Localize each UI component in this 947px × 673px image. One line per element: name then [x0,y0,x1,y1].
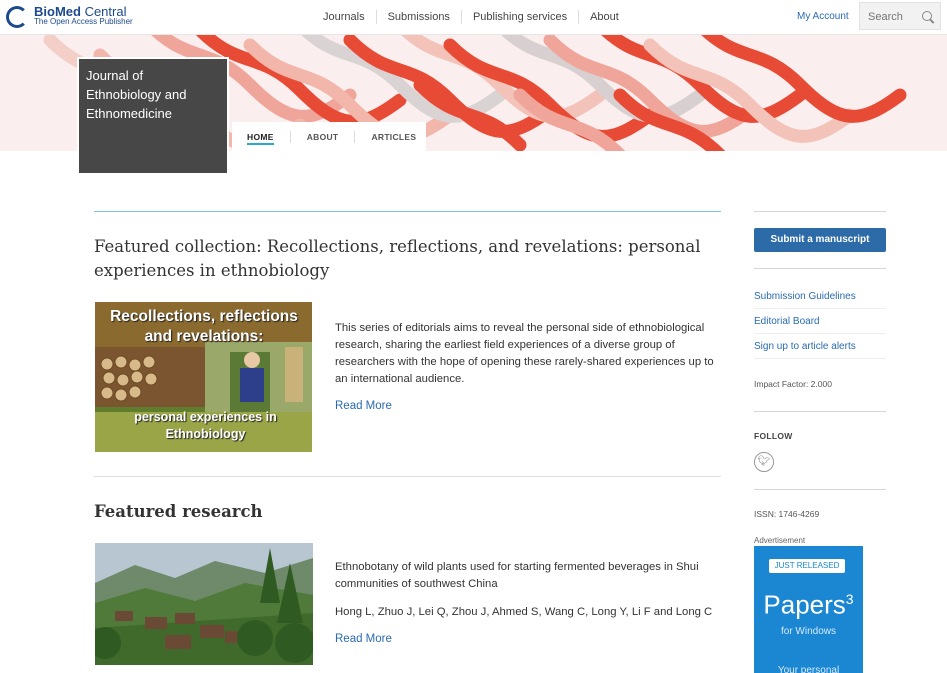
sidebar-divider [754,211,886,212]
collection-image-title: Recollections, reflections and revelatio… [110,308,298,345]
nav-publishing-services[interactable]: Publishing services [462,10,580,24]
tab-about[interactable]: ABOUT [291,131,356,143]
logo-wordmark: BioMed Central [34,4,127,19]
my-account-link[interactable]: My Account [797,11,849,22]
editorial-board-link[interactable]: Editorial Board [754,316,886,328]
journal-tabs: HOME ABOUT ARTICLES [232,122,426,152]
search-box [859,2,941,30]
research-read-more-link[interactable]: Read More [335,633,392,645]
featured-collection-image[interactable]: Recollections, reflections and revelatio… [95,302,312,452]
twitter-icon[interactable]: 🐦︎ [754,452,774,472]
sidebar-divider [754,489,886,490]
featured-research-image[interactable] [95,543,313,665]
sidebar-divider [754,308,886,309]
featured-collection-description: This series of editorials aims to reveal… [335,322,714,385]
submit-manuscript-button[interactable]: Submit a manuscript [754,228,886,252]
collection-image-subtitle: personal experiences in Ethnobiology [134,410,277,441]
journal-title-box: Journal of Ethnobiology and Ethnomedicin… [77,57,229,175]
advertisement-label: Advertisement [754,536,806,545]
impact-factor: Impact Factor: 2.000 [754,379,832,389]
sidebar-divider [754,333,886,334]
search-input[interactable] [866,8,922,26]
sidebar-divider [754,411,886,412]
issn: ISSN: 1746-4269 [754,509,820,519]
sidebar-divider [754,358,886,359]
section-divider [94,476,721,477]
article-alerts-link[interactable]: Sign up to article alerts [754,341,886,353]
submission-guidelines-link[interactable]: Submission Guidelines [754,291,886,303]
ad-badge: JUST RELEASED [769,559,845,573]
featured-article-authors: Hong L, Zhuo J, Lei Q, Zhou J, Ahmed S, … [335,606,713,618]
collection-read-more-link[interactable]: Read More [335,400,392,412]
nav-submissions[interactable]: Submissions [377,10,462,24]
featured-article-title[interactable]: Ethnobotany of wild plants used for star… [335,559,720,593]
top-bar: BioMed Central The Open Access Publisher… [0,0,947,35]
section-divider [94,211,721,212]
featured-collection-heading: Featured collection: Recollections, refl… [94,237,701,280]
tab-home[interactable]: HOME [232,131,291,145]
ad-tagline: Your personal [777,665,840,673]
logo-ring-icon [6,6,28,28]
papers-advertisement[interactable]: JUST RELEASED Papers3 for Windows Your p… [754,546,863,673]
nav-about[interactable]: About [579,10,630,24]
search-icon[interactable] [922,11,932,21]
ad-title: Papers3 [763,589,854,620]
tab-articles[interactable]: ARTICLES [355,131,432,143]
biomed-central-logo[interactable]: BioMed Central The Open Access Publisher [6,4,133,30]
nav-journals[interactable]: Journals [312,10,377,24]
ad-subtitle: for Windows [780,626,836,637]
follow-label: FOLLOW [754,431,793,441]
logo-tagline: The Open Access Publisher [34,17,133,26]
main-nav: Journals Submissions Publishing services… [312,10,630,24]
featured-research-heading: Featured research [94,502,263,521]
sidebar-divider [754,268,886,269]
